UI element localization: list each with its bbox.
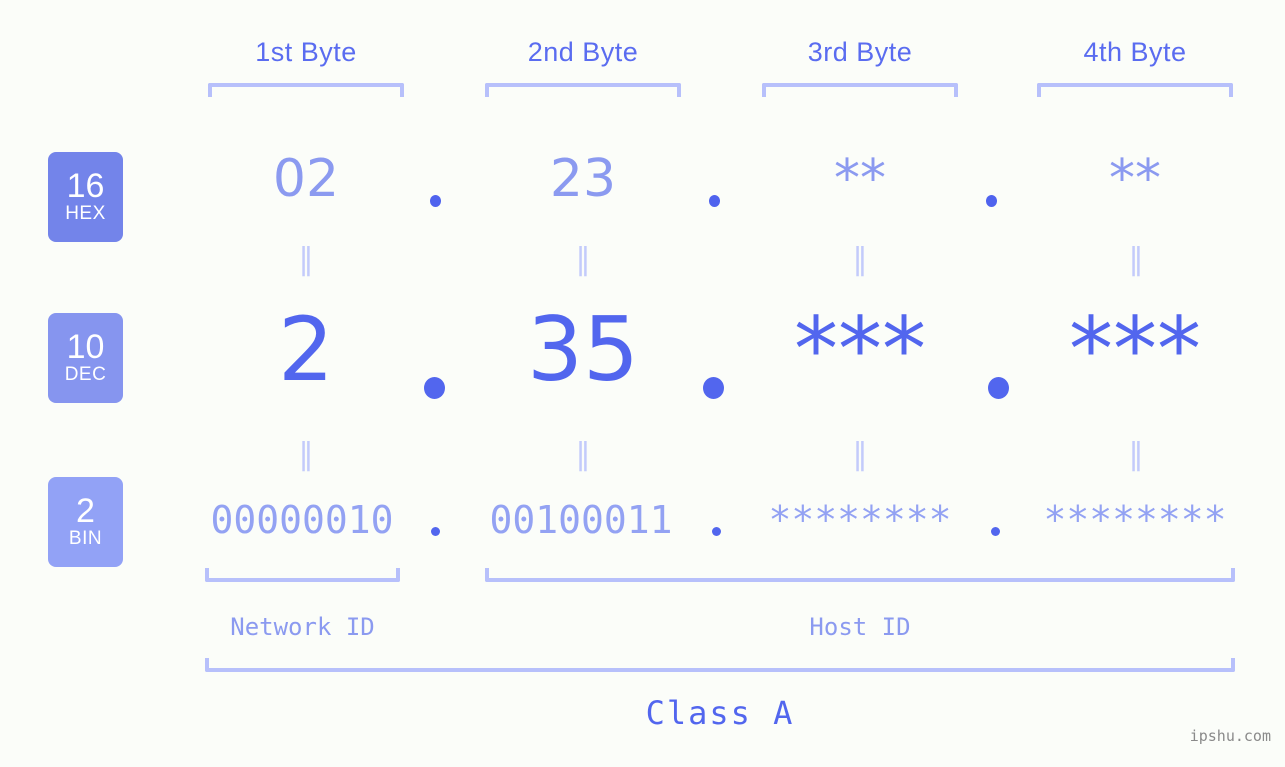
byte-header-1: 1st Byte: [255, 37, 357, 67]
bin-byte-3: ********: [768, 498, 952, 542]
bin-byte-4: ********: [1043, 498, 1227, 542]
bin-byte-2: 00100011: [489, 498, 673, 542]
site-watermark: ipshu.com: [1189, 727, 1271, 745]
base-badge-dec-number: 10: [66, 328, 105, 366]
byte-bracket-4: [1037, 83, 1233, 97]
network-id-bracket: [205, 568, 400, 582]
bin-byte-1: 00000010: [210, 498, 394, 542]
dec-separator-1: [424, 377, 445, 399]
hex-byte-1: 02: [272, 149, 340, 209]
bin-separator-1: [431, 527, 440, 536]
byte-bracket-3: [762, 83, 958, 97]
equals-dec-bin-1: ‖: [298, 437, 314, 472]
byte-header-4: 4th Byte: [1083, 37, 1187, 67]
base-badge-bin[interactable]: 2 BIN: [48, 477, 123, 567]
dec-byte-3: ***: [794, 298, 926, 401]
dec-byte-1: 2: [278, 298, 334, 401]
equals-hex-dec-4: ‖: [1128, 242, 1144, 277]
equals-hex-dec-1: ‖: [298, 242, 314, 277]
base-badge-bin-number: 2: [76, 492, 95, 530]
network-id-label: Network ID: [230, 613, 375, 641]
hex-byte-2: 23: [549, 149, 617, 209]
hex-separator-2: [709, 195, 720, 207]
class-label: Class A: [645, 694, 795, 732]
bin-separator-3: [991, 527, 1000, 536]
dec-separator-3: [988, 377, 1009, 399]
host-id-bracket: [485, 568, 1235, 582]
equals-hex-dec-3: ‖: [852, 242, 868, 277]
base-badge-hex-name: HEX: [65, 203, 106, 224]
host-id-label: Host ID: [809, 613, 911, 641]
base-badge-dec[interactable]: 10 DEC: [48, 313, 123, 403]
dec-byte-4: ***: [1069, 298, 1201, 401]
base-badge-bin-name: BIN: [68, 528, 103, 549]
hex-separator-1: [430, 195, 441, 207]
class-bracket: [205, 658, 1235, 672]
hex-byte-3: **: [834, 149, 886, 209]
equals-dec-bin-2: ‖: [575, 437, 591, 472]
ip-byte-diagram: 1st Byte 2nd Byte 3rd Byte 4th Byte 16 H…: [0, 0, 1285, 767]
equals-hex-dec-2: ‖: [575, 242, 591, 277]
hex-byte-4: **: [1109, 149, 1161, 209]
base-badge-hex[interactable]: 16 HEX: [48, 152, 123, 242]
byte-header-2: 2nd Byte: [527, 37, 639, 67]
bin-separator-2: [712, 527, 721, 536]
byte-bracket-2: [485, 83, 681, 97]
dec-byte-2: 35: [527, 298, 639, 401]
dec-separator-2: [703, 377, 724, 399]
byte-header-3: 3rd Byte: [807, 37, 913, 67]
equals-dec-bin-3: ‖: [852, 437, 868, 472]
equals-dec-bin-4: ‖: [1128, 437, 1144, 472]
hex-separator-3: [986, 195, 997, 207]
base-badge-dec-name: DEC: [64, 364, 107, 385]
byte-bracket-1: [208, 83, 404, 97]
base-badge-hex-number: 16: [66, 167, 105, 205]
